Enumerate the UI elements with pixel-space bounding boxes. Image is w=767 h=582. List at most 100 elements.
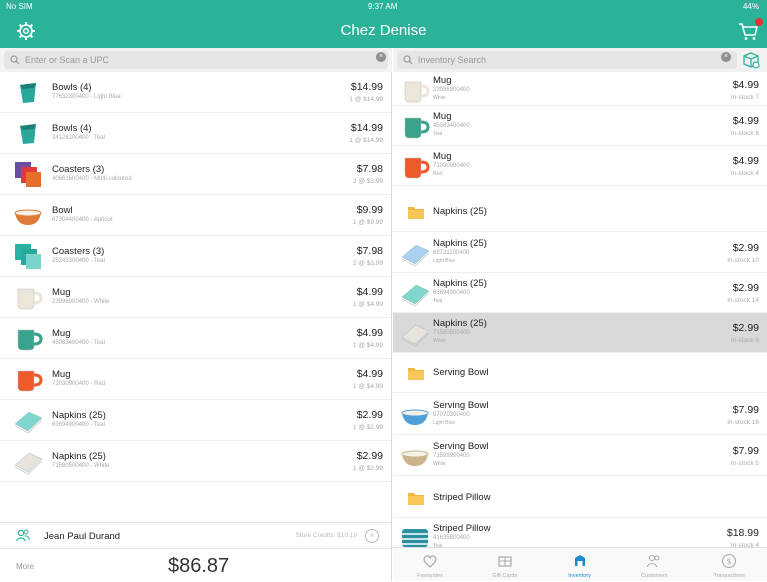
item-price: $9.99 bbox=[356, 204, 383, 216]
search-icon bbox=[403, 55, 413, 65]
item-quantity: 1 @ $14.99 bbox=[349, 137, 383, 144]
inventory-search-input[interactable]: Inventory Search bbox=[397, 51, 737, 69]
cart-item-row[interactable]: Bowls (4) 77632300400 - Light Blue $14.99 1… bbox=[0, 72, 391, 113]
clear-search-icon[interactable]: × bbox=[376, 52, 386, 62]
inventory-folder-row[interactable]: Serving Bowl bbox=[393, 353, 767, 393]
sale-panel: Enter or Scan a UPC × Bowls (4) 776323004… bbox=[0, 48, 392, 581]
item-subtitle: 63694900400 - Teal bbox=[52, 422, 105, 428]
battery-label: 44% bbox=[742, 2, 759, 11]
search-icon bbox=[10, 55, 20, 65]
inventory-item-row[interactable]: Mug 23996900400 White $4.99 In-stock 7 bbox=[393, 70, 767, 106]
customer-bar[interactable]: Jean Paul Durand Store Credits: $10.19 × bbox=[0, 522, 391, 548]
item-subtitle: 23996900400 - White bbox=[52, 299, 110, 305]
item-stock: In-stock 10 bbox=[727, 257, 759, 264]
customer-icon bbox=[16, 529, 30, 542]
item-name: Napkins (25) bbox=[433, 318, 487, 329]
folder-name: Napkins (25) bbox=[433, 206, 487, 217]
item-quantity: 1 @ $4.99 bbox=[352, 301, 383, 308]
tab-label: Transactions bbox=[713, 573, 745, 579]
inventory-item-row[interactable]: Serving Bowl 57070300400 Light Blue $7.99 In… bbox=[393, 395, 767, 435]
tab-gift-cards[interactable]: Gift Cards bbox=[468, 548, 542, 582]
tab-inventory[interactable]: Inventory bbox=[543, 548, 617, 582]
tab-favourites[interactable]: Favourites bbox=[393, 548, 467, 582]
folder-name: Striped Pillow bbox=[433, 492, 491, 503]
svg-text:$: $ bbox=[727, 557, 732, 566]
product-thumbnail bbox=[17, 370, 43, 392]
inventory-icon bbox=[574, 555, 585, 566]
product-thumbnail bbox=[404, 81, 430, 103]
more-button[interactable]: More bbox=[16, 562, 34, 571]
item-stock: In-stock 8 bbox=[730, 130, 759, 137]
item-quantity: 1 @ $9.99 bbox=[352, 219, 383, 226]
item-variant: White bbox=[433, 338, 446, 344]
cart-item-row[interactable]: Napkins (25) 71580500400 - White $2.99 1 @ … bbox=[0, 441, 391, 482]
item-price: $7.98 bbox=[356, 245, 383, 257]
item-subtitle: 77632300400 - Light Blue bbox=[52, 94, 121, 100]
folder-icon bbox=[408, 207, 424, 219]
gift-card-icon bbox=[498, 556, 512, 567]
inventory-folder-row[interactable]: Napkins (25) bbox=[393, 192, 767, 232]
cart-item-row[interactable]: Coasters (3) 40661600400 - Multi-coloured… bbox=[0, 154, 391, 195]
item-price: $4.99 bbox=[732, 155, 759, 167]
item-subtitle: 71580500400 - White bbox=[52, 463, 110, 469]
inventory-item-row[interactable]: Napkins (25) 63694900400 Teal $2.99 In-stock… bbox=[393, 273, 767, 313]
clock: 9:37 AM bbox=[368, 2, 398, 11]
item-subtitle: 40661600400 - Multi-coloured bbox=[52, 176, 132, 182]
customer-name: Jean Paul Durand bbox=[44, 531, 121, 542]
folder-name: Serving Bowl bbox=[433, 367, 489, 378]
cart-item-row[interactable]: Bowls (4) 34128200400 - Teal $14.99 1 @ $14… bbox=[0, 113, 391, 154]
remove-customer-icon[interactable]: × bbox=[365, 529, 379, 543]
item-quantity: 1 @ $4.99 bbox=[352, 383, 383, 390]
item-variant: Teal bbox=[433, 131, 443, 137]
status-bar: No SIM 9:37 AM 44% bbox=[0, 0, 767, 14]
item-name: Mug bbox=[433, 111, 452, 122]
inventory-item-row[interactable]: Mug 45083400400 Teal $4.99 In-stock 8 bbox=[393, 106, 767, 146]
transactions-icon: $ bbox=[722, 553, 737, 569]
item-quantity: 2 @ $3.99 bbox=[352, 178, 383, 185]
item-name: Bowls (4) bbox=[52, 82, 92, 93]
cart-item-row[interactable]: Napkins (25) 63694900400 - Teal $2.99 1 @ $… bbox=[0, 400, 391, 441]
clear-search-icon[interactable]: × bbox=[721, 52, 731, 62]
product-thumbnail bbox=[20, 83, 36, 103]
tab-customers[interactable]: Customers bbox=[617, 548, 691, 582]
item-name: Napkins (25) bbox=[52, 410, 106, 421]
tab-transactions[interactable]: $ Transactions bbox=[692, 548, 766, 582]
item-variant: Light Blue bbox=[433, 420, 456, 426]
item-subtitle: 67304400400 - Apricot bbox=[52, 217, 113, 223]
folder-icon bbox=[408, 493, 424, 505]
inventory-item-row[interactable]: Napkins (25) 71580500400 White $2.99 In-stoc… bbox=[393, 313, 767, 353]
item-name: Coasters (3) bbox=[52, 164, 105, 175]
item-upc: 69721100400 bbox=[433, 250, 470, 256]
cart-item-row[interactable]: Coasters (3) 25243300400 - Teal $7.98 2 @ $… bbox=[0, 236, 391, 277]
inventory-folder-row[interactable]: Striped Pillow bbox=[393, 478, 767, 518]
item-price: $14.99 bbox=[350, 122, 383, 134]
item-name: Napkins (25) bbox=[433, 278, 487, 289]
cart-item-row[interactable]: Bowl 67304400400 - Apricot $9.99 1 @ $9.99 bbox=[0, 195, 391, 236]
item-variant: White bbox=[433, 95, 446, 101]
inventory-item-row[interactable]: Serving Bowl 71599900400 White $7.99 In-stoc… bbox=[393, 436, 767, 476]
upc-search-input[interactable]: Enter or Scan a UPC bbox=[4, 51, 388, 69]
item-name: Napkins (25) bbox=[433, 238, 487, 249]
item-price: $2.99 bbox=[732, 282, 759, 294]
inventory-item-row[interactable]: Mug 71030900400 Red $4.99 In-stock 4 bbox=[393, 146, 767, 186]
box-scan-icon[interactable] bbox=[741, 50, 761, 70]
product-thumbnail bbox=[14, 411, 43, 434]
cart-item-row[interactable]: Mug 71030900400 - Red $4.99 1 @ $4.99 bbox=[0, 359, 391, 400]
item-stock: In-stock 16 bbox=[727, 419, 759, 426]
sale-total[interactable]: $86.87 bbox=[168, 555, 229, 578]
inventory-item-row[interactable]: Napkins (25) 69721100400 Light Blue $2.99 In… bbox=[393, 233, 767, 273]
cart-item-row[interactable]: Mug 23996900400 - White $4.99 1 @ $4.99 bbox=[0, 277, 391, 318]
product-thumbnail bbox=[404, 157, 430, 179]
item-subtitle: 25243300400 - Teal bbox=[52, 258, 105, 264]
item-upc: 45083400400 bbox=[433, 123, 470, 129]
item-variant: White bbox=[433, 461, 446, 467]
item-upc: 41635800400 bbox=[433, 535, 470, 541]
folder-icon bbox=[408, 368, 424, 380]
product-thumbnail bbox=[401, 244, 430, 267]
item-price: $4.99 bbox=[356, 286, 383, 298]
item-stock: In-stock 4 bbox=[730, 170, 759, 177]
product-thumbnail bbox=[17, 288, 43, 310]
cart-item-row[interactable]: Mug 45083400400 - Teal $4.99 1 @ $4.99 bbox=[0, 318, 391, 359]
item-subtitle: 71030900400 - Red bbox=[52, 381, 106, 387]
item-quantity: 1 @ $14.99 bbox=[349, 96, 383, 103]
